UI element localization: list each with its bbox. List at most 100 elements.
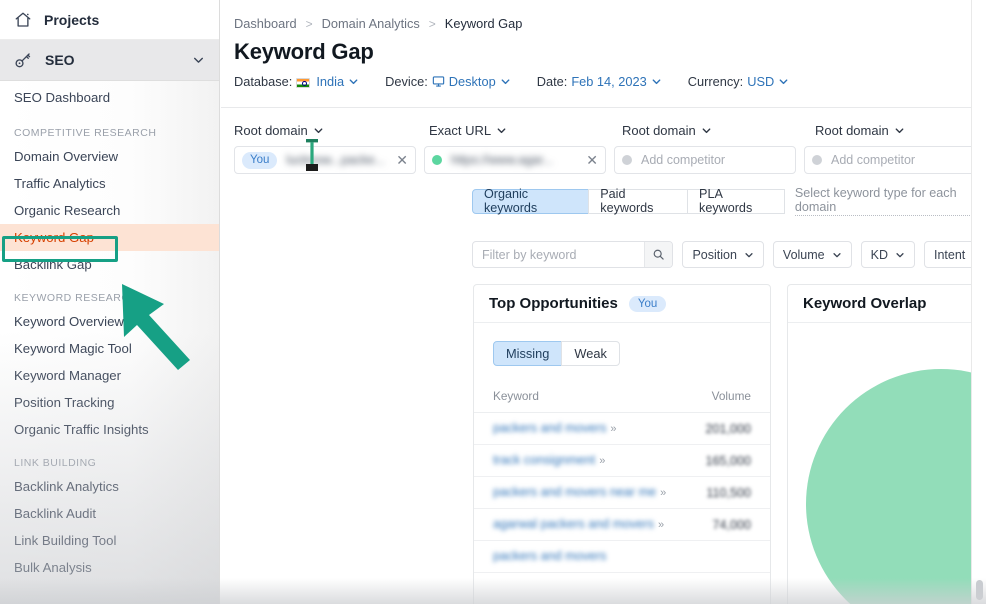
date-value: Feb 14, 2023: [571, 74, 647, 89]
chevron-down-icon: [651, 76, 662, 87]
sidebar-item-label: Organic Traffic Insights: [14, 422, 149, 437]
domain-color-dot: [622, 155, 632, 165]
currency-value: USD: [747, 74, 775, 89]
filter-label: Position: [692, 247, 737, 262]
sidebar-projects-label: Projects: [44, 11, 100, 28]
date-selector[interactable]: Date: Feb 14, 2023: [537, 74, 662, 89]
add-competitor-placeholder: Add competitor: [641, 153, 726, 167]
column-header-volume[interactable]: Volume: [695, 389, 770, 413]
chevron-down-icon: [744, 250, 754, 260]
sidebar-item-link-building-tool[interactable]: Link Building Tool: [0, 527, 219, 554]
table-row[interactable]: agarwal packers and movers » 74,000: [474, 508, 770, 541]
sidebar-item-keyword-manager[interactable]: Keyword Manager: [0, 362, 219, 389]
venn-circle-green[interactable]: [806, 369, 986, 604]
database-selector[interactable]: Database: India: [234, 74, 359, 89]
you-badge: You: [628, 295, 667, 312]
cell-keyword[interactable]: packers and movers near me»: [474, 476, 696, 509]
table-row[interactable]: packers and movers near me» 110,500: [474, 476, 770, 509]
volume-text: 165,000: [705, 453, 751, 468]
sidebar-item-position-tracking[interactable]: Position Tracking: [0, 389, 219, 416]
filter-volume-button[interactable]: Volume: [772, 241, 852, 268]
filter-kd-button[interactable]: KD: [860, 241, 915, 268]
domain-input-4[interactable]: Add competitor: [804, 146, 986, 174]
keyword-filter-input[interactable]: Filter by keyword: [472, 241, 674, 268]
sidebar-item-keyword-overview[interactable]: Keyword Overview: [0, 308, 219, 335]
domain-mode-2[interactable]: Exact URL: [429, 123, 622, 138]
sidebar-item-projects[interactable]: Projects: [0, 0, 219, 40]
breadcrumb-item-domain-analytics[interactable]: Domain Analytics: [322, 16, 420, 31]
card-header: Top Opportunities You: [474, 285, 770, 323]
sidebar-item-label: Link Building Tool: [14, 533, 117, 548]
top-opportunities-card: Top Opportunities You Missing Weak Keywo…: [473, 284, 771, 604]
sidebar-item-label: Keyword Overview: [14, 314, 124, 329]
tab-weak[interactable]: Weak: [561, 341, 620, 366]
external-link-icon: »: [660, 487, 667, 499]
volume-text: 201,000: [705, 421, 751, 436]
sidebar-item-organic-traffic-insights[interactable]: Organic Traffic Insights: [0, 416, 219, 443]
cell-volume: 201,000: [695, 412, 770, 445]
tab-pla-keywords[interactable]: PLA keywords: [687, 187, 785, 215]
chevron-down-icon[interactable]: [192, 54, 205, 67]
breadcrumb-separator: >: [428, 16, 436, 31]
sidebar: Projects SEO SEO Dashboard COMPETITIVE R…: [0, 0, 220, 604]
clear-icon[interactable]: ✕: [586, 153, 598, 167]
sidebar-section-seo[interactable]: SEO: [0, 40, 219, 81]
sidebar-item-backlink-analytics[interactable]: Backlink Analytics: [0, 473, 219, 500]
vertical-scrollbar[interactable]: [976, 580, 983, 600]
venn-diagram[interactable]: luckno https:/: [788, 324, 986, 604]
chevron-down-icon: [701, 125, 712, 136]
domain-input-you[interactable]: You lucknow...packe... ✕: [234, 139, 416, 174]
flag-india-icon: [296, 77, 311, 88]
chevron-down-icon: [500, 76, 511, 87]
sidebar-item-label: Backlink Analytics: [14, 479, 119, 494]
domain-input-3[interactable]: Add competitor: [614, 146, 796, 174]
column-header-keyword[interactable]: Keyword: [474, 389, 696, 413]
cell-keyword[interactable]: packers and movers: [474, 540, 696, 573]
domain-color-dot: [432, 155, 442, 165]
tab-paid-keywords[interactable]: Paid keywords: [588, 187, 689, 215]
keyword-text: packers and movers: [493, 549, 607, 563]
currency-selector[interactable]: Currency: USD: [688, 74, 790, 89]
domain-mode-4[interactable]: Root domain: [815, 123, 905, 138]
sidebar-item-domain-overview[interactable]: Domain Overview: [0, 143, 219, 170]
sidebar-item-label: Traffic Analytics: [14, 176, 106, 191]
cell-keyword[interactable]: agarwal packers and movers »: [474, 508, 696, 541]
sidebar-item-label: Backlink Audit: [14, 506, 97, 521]
keyword-text: packers and movers near me: [493, 485, 657, 499]
sidebar-item-keyword-magic-tool[interactable]: Keyword Magic Tool: [0, 335, 219, 362]
search-icon[interactable]: [644, 242, 673, 267]
table-row[interactable]: packers and movers: [474, 540, 770, 573]
sidebar-item-seo-dashboard[interactable]: SEO Dashboard: [0, 81, 219, 113]
header-meta-row: Database: India Device: Desktop Date: Fe…: [234, 74, 986, 89]
clear-icon[interactable]: ✕: [396, 153, 408, 167]
domain-input-2[interactable]: https://www.agar... ✕: [424, 146, 606, 174]
filter-label: KD: [870, 247, 888, 262]
sidebar-item-backlink-audit[interactable]: Backlink Audit: [0, 500, 219, 527]
device-selector[interactable]: Device: Desktop: [385, 74, 511, 89]
sidebar-item-keyword-gap[interactable]: Keyword Gap: [0, 224, 219, 251]
currency-label: Currency:: [687, 74, 744, 89]
chevron-down-icon: [894, 125, 905, 136]
cell-volume: 110,500: [695, 476, 770, 509]
domain-mode-3[interactable]: Root domain: [622, 123, 815, 138]
sidebar-item-organic-research[interactable]: Organic Research: [0, 197, 219, 224]
sidebar-item-bulk-analysis[interactable]: Bulk Analysis: [0, 554, 219, 581]
breadcrumb-item-dashboard[interactable]: Dashboard: [234, 16, 297, 31]
table-row[interactable]: track consignment» 165,000: [474, 444, 770, 477]
sidebar-item-traffic-analytics[interactable]: Traffic Analytics: [0, 170, 219, 197]
keyword-filter-placeholder: Filter by keyword: [482, 247, 577, 262]
cell-keyword[interactable]: packers and movers»: [474, 412, 696, 445]
card-title: Keyword Overlap: [803, 295, 927, 312]
tab-organic-keywords[interactable]: Organic keywords: [472, 187, 590, 215]
sidebar-item-backlink-gap[interactable]: Backlink Gap: [0, 251, 219, 278]
domain-mode-label: Root domain: [622, 122, 696, 138]
breadcrumb: Dashboard > Domain Analytics > Keyword G…: [221, 0, 986, 31]
domain-selector-row: Root domain Exact URL Root domain Root d…: [234, 119, 986, 174]
table-row[interactable]: packers and movers» 201,000: [474, 412, 770, 445]
card-title: Top Opportunities: [489, 295, 618, 312]
cell-keyword[interactable]: track consignment»: [474, 444, 696, 477]
tab-missing[interactable]: Missing: [493, 341, 563, 366]
filter-position-button[interactable]: Position: [682, 241, 764, 268]
domain-mode-1[interactable]: Root domain: [234, 123, 429, 138]
keyword-overlap-card: Keyword Overlap luckno: [787, 284, 986, 604]
